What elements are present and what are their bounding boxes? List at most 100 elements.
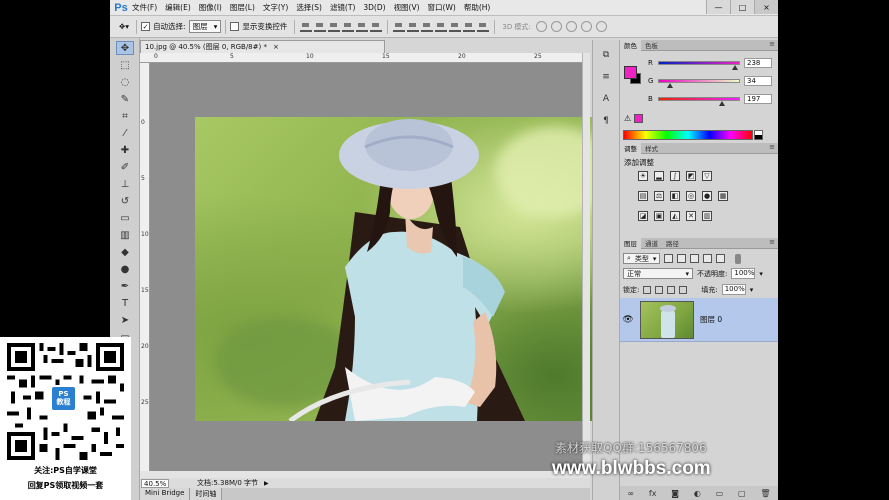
maximize-button[interactable]: □ [730,0,754,14]
slider-knob-b[interactable] [719,101,726,106]
align-hcenter-icon[interactable] [356,22,369,32]
history-brush-tool-icon[interactable]: ↺ [116,194,134,208]
gradient-map-icon[interactable]: ▥ [702,211,712,221]
healing-brush-tool-icon[interactable]: ✚ [116,143,134,157]
slider-knob-g[interactable] [666,83,673,88]
tab-timeline[interactable]: 时间轴 [190,488,223,500]
curves-icon[interactable]: ∫ [670,171,680,181]
menu-edit[interactable]: 编辑(E) [165,2,191,13]
photo-filter-icon[interactable]: ◎ [686,191,696,201]
slider-knob-r[interactable] [732,65,739,70]
distribute-top-icon[interactable] [393,22,406,32]
tab-styles[interactable]: 样式 [641,143,662,154]
3d-slide-icon[interactable] [580,21,592,32]
pen-tool-icon[interactable]: ✒ [116,279,134,293]
history-panel-icon[interactable]: ⧉ [599,50,613,62]
menu-help[interactable]: 帮助(H) [464,2,491,13]
black-white-swatch[interactable] [754,130,763,140]
eraser-tool-icon[interactable]: ▭ [116,211,134,225]
3d-pan-icon[interactable] [565,21,577,32]
align-top-icon[interactable] [300,22,313,32]
menu-type[interactable]: 文字(Y) [263,2,288,13]
menu-filter[interactable]: 滤镜(T) [330,2,355,13]
foreground-color-swatch[interactable] [624,66,637,79]
menu-window[interactable]: 窗口(W) [428,2,456,13]
brush-tool-icon[interactable]: ✐ [116,160,134,174]
tab-channels[interactable]: 通道 [641,238,662,249]
lasso-tool-icon[interactable]: ◌ [116,75,134,89]
3d-roll-icon[interactable] [550,21,562,32]
auto-align-icon[interactable] [477,22,490,32]
slider-track-r[interactable] [658,61,740,70]
lock-transparent-icon[interactable] [643,285,652,294]
auto-select-checkbox[interactable]: ✓ [141,22,151,31]
adjustment-layer-icon[interactable]: ◐ [694,489,701,498]
channel-value-r[interactable]: 238 [744,58,772,68]
delete-layer-icon[interactable]: 🗑 [760,489,770,498]
new-layer-icon[interactable]: ▢ [738,489,746,498]
channel-value-g[interactable]: 34 [744,76,772,86]
vertical-scrollbar[interactable] [582,53,590,471]
dodge-tool-icon[interactable]: ● [116,262,134,276]
distribute-vcenter-icon[interactable] [407,22,420,32]
pixel-filter-icon[interactable] [664,254,674,263]
blend-mode-dropdown[interactable]: 正常 ▾ [623,268,693,279]
align-bottom-icon[interactable] [328,22,341,32]
close-icon[interactable]: × [273,43,279,51]
eye-icon[interactable]: 👁 [620,315,636,325]
color-balance-icon[interactable]: ⚖ [654,191,664,201]
filter-toggle[interactable] [735,253,742,264]
status-menu-arrow-icon[interactable]: ▶ [264,480,269,487]
auto-select-dropdown[interactable]: 图层 ▾ [188,20,222,33]
menu-3d[interactable]: 3D(D) [363,3,385,12]
quick-select-tool-icon[interactable]: ✎ [116,92,134,106]
panel-menu-icon[interactable]: ≡ [769,238,775,246]
document-tab[interactable]: 10.jpg @ 40.5% (图层 0, RGB/8#) * × [140,40,385,53]
3d-scale-icon[interactable] [595,21,607,32]
selective-color-icon[interactable]: ✕ [686,211,696,221]
canvas-photo[interactable] [195,117,617,421]
link-layers-icon[interactable]: ∞ [627,489,634,498]
distribute-right-icon[interactable] [463,22,476,32]
path-select-tool-icon[interactable]: ➤ [116,313,134,327]
panel-menu-icon[interactable]: ≡ [769,40,775,48]
move-tool-preset-icon[interactable]: ✥▾ [119,22,129,31]
menu-file[interactable]: 文件(F) [132,2,157,13]
brightness-contrast-icon[interactable]: ☀ [638,171,648,181]
align-right-icon[interactable] [370,22,383,32]
distribute-bottom-icon[interactable] [421,22,434,32]
type-filter-icon[interactable] [690,254,700,263]
new-group-icon[interactable]: ▭ [716,489,724,498]
tab-layers[interactable]: 图层 [620,237,641,249]
tab-mini-bridge[interactable]: Mini Bridge [140,488,191,500]
horizontal-scrollbar[interactable] [140,471,590,478]
shape-filter-icon[interactable] [703,254,713,263]
marquee-tool-icon[interactable]: ⬚ [116,58,134,72]
tab-adjustments[interactable]: 调整 [620,142,641,154]
menu-view[interactable]: 视图(V) [394,2,420,13]
out-of-gamut-warning-icon[interactable]: ⚠ [624,114,631,123]
lock-pixels-icon[interactable] [655,285,664,294]
blur-tool-icon[interactable]: ◆ [116,245,134,259]
layer-filter-dropdown[interactable]: ⌕ 类型 ▾ [623,253,661,264]
move-tool-icon[interactable]: ✥ [116,41,134,55]
tab-paths[interactable]: 路径 [662,238,683,249]
adjustment-filter-icon[interactable] [677,254,687,263]
tab-swatches[interactable]: 色板 [641,40,662,51]
layer-row[interactable]: 👁 图层 0 [620,298,778,342]
chevron-down-icon[interactable]: ▾ [759,270,763,278]
clone-stamp-tool-icon[interactable]: ⊥ [116,177,134,191]
type-tool-icon[interactable]: T [116,296,134,310]
smart-object-filter-icon[interactable] [716,254,726,263]
vibrance-icon[interactable]: ▽ [702,171,712,181]
character-panel-icon[interactable]: A [599,94,613,106]
menu-image[interactable]: 图像(I) [199,2,222,13]
distribute-hcenter-icon[interactable] [449,22,462,32]
3d-rotate-icon[interactable] [535,21,547,32]
black-white-icon[interactable]: ◧ [670,191,680,201]
layer-thumbnail[interactable] [640,300,694,339]
show-transform-checkbox[interactable] [230,22,240,31]
close-button[interactable]: × [754,0,778,14]
canvas-pasteboard[interactable] [150,63,617,471]
chevron-down-icon[interactable]: ▾ [750,286,754,294]
